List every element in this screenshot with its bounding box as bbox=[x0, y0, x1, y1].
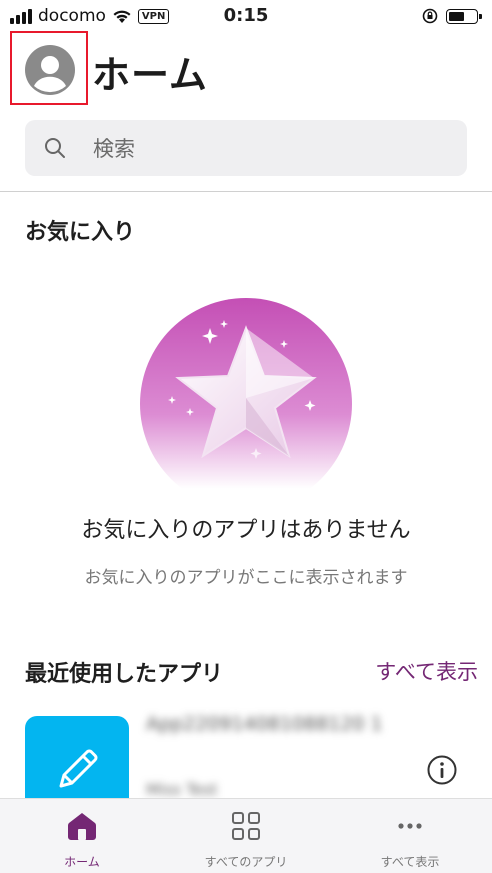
tab-all-apps-label: すべてのアプリ bbox=[204, 855, 288, 869]
favorites-empty-title: お気に入りのアプリはありません bbox=[81, 518, 411, 543]
tab-home-label: ホーム bbox=[64, 855, 100, 869]
battery-icon bbox=[446, 8, 482, 24]
status-bar: docomo VPN 0:15 bbox=[0, 0, 492, 34]
favorites-empty-subtitle: お気に入りのアプリがここに表示されます bbox=[84, 568, 408, 588]
bottom-tab-bar: ホーム すべてのアプリ すべて表示 bbox=[0, 798, 492, 873]
status-right bbox=[422, 8, 482, 24]
tab-show-all[interactable]: すべて表示 bbox=[328, 799, 492, 873]
search-bar[interactable] bbox=[25, 120, 467, 178]
recent-section-title: 最近使用したアプリ bbox=[25, 662, 224, 687]
pencil-icon bbox=[59, 749, 98, 788]
search-input[interactable] bbox=[91, 120, 455, 178]
app-name[interactable]: App220914081088120 1 bbox=[146, 712, 406, 736]
search-icon bbox=[45, 138, 65, 158]
tab-all-apps[interactable]: すべてのアプリ bbox=[164, 799, 328, 873]
header-divider bbox=[0, 191, 492, 192]
app-owner: Miss Test bbox=[146, 780, 218, 799]
grid-icon bbox=[232, 812, 260, 840]
home-icon bbox=[67, 813, 97, 840]
avatar-icon bbox=[25, 45, 75, 95]
show-all-link[interactable]: すべて表示 bbox=[375, 656, 478, 686]
status-time: 0:15 bbox=[223, 5, 269, 26]
tab-show-all-label: すべて表示 bbox=[380, 855, 440, 869]
tab-home[interactable]: ホーム bbox=[0, 799, 164, 873]
star-illustration bbox=[140, 298, 352, 510]
info-icon[interactable] bbox=[427, 755, 457, 785]
screen: docomo VPN 0:15 ホーム 検索 お気に入り お気に入りのアプリはあ… bbox=[0, 0, 492, 873]
rotation-lock-icon bbox=[422, 8, 438, 24]
favorites-section-title: お気に入り bbox=[25, 220, 136, 245]
profile-button[interactable] bbox=[10, 31, 88, 105]
more-icon bbox=[398, 823, 422, 829]
page-title: ホーム bbox=[92, 53, 208, 97]
